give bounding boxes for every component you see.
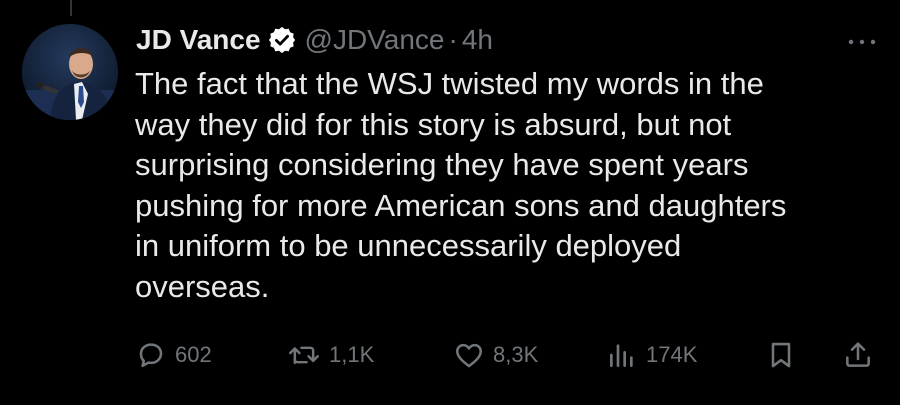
share-button[interactable]	[842, 335, 874, 375]
verified-badge-icon	[267, 25, 297, 55]
reply-count: 602	[175, 342, 212, 367]
views-icon	[606, 339, 638, 371]
author-name[interactable]: JD Vance	[136, 24, 261, 56]
share-icon	[842, 339, 874, 371]
repost-button[interactable]: 1,1K	[287, 335, 374, 375]
author-handle[interactable]: @JDVance	[305, 24, 445, 56]
separator-dot: ·	[448, 24, 458, 55]
repost-count: 1,1K	[329, 342, 375, 367]
reply-icon	[135, 339, 167, 371]
tweet-text-line: way they did for this story is absurd, b…	[135, 106, 732, 142]
like-count: 8,3K	[493, 342, 539, 367]
tweet-text-line: overseas.	[135, 268, 270, 304]
thread-line	[70, 0, 72, 16]
tweet-text-line: surprising considering they have spent y…	[135, 147, 749, 182]
reply-button[interactable]: 602	[135, 335, 212, 375]
views-count: 174K	[646, 342, 698, 367]
tweet-text-line: pushing for more American sons and daugh…	[135, 187, 787, 223]
tweet-timestamp[interactable]: 4h	[462, 24, 493, 56]
tweet-header: JD Vance @JDVance · 4h	[136, 20, 493, 60]
views-button[interactable]: 174K	[606, 335, 697, 375]
tweet-text-line: in uniform to be unnecessarily deployed	[135, 228, 682, 263]
tweet-text: The fact that the WSJ twisted my words i…	[135, 64, 855, 307]
repost-icon	[287, 339, 321, 371]
tweet-text-line: The fact that the WSJ twisted my words i…	[135, 66, 764, 101]
bookmark-button[interactable]	[765, 335, 797, 375]
more-options-icon[interactable]	[842, 34, 882, 50]
heart-icon	[453, 339, 485, 371]
like-button[interactable]: 8,3K	[453, 335, 538, 375]
avatar[interactable]	[22, 24, 118, 120]
action-bar: 602 1,1K 8,3K 174K	[0, 335, 900, 375]
bookmark-icon	[765, 339, 797, 371]
